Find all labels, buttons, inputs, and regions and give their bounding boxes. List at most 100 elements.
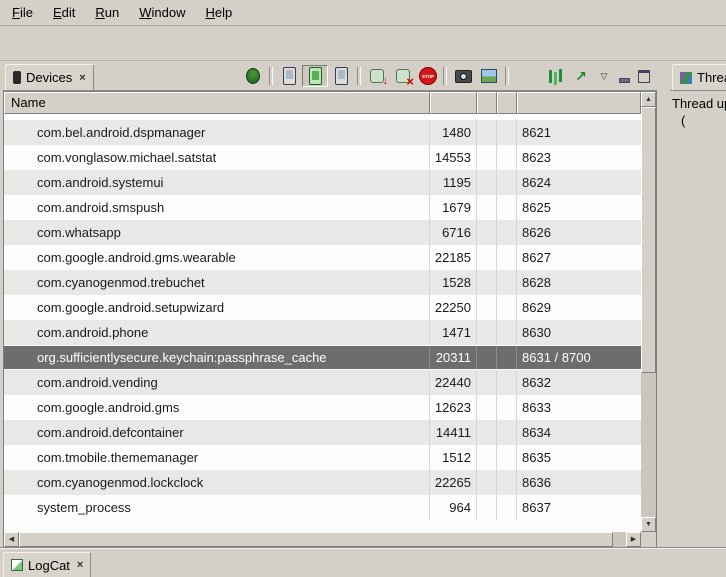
- cell-c1: [477, 320, 497, 345]
- threads-icon: [680, 72, 692, 84]
- close-icon[interactable]: ×: [77, 559, 83, 571]
- table-row[interactable]: com.android.vending224408632: [4, 370, 641, 395]
- cell-c2: [497, 120, 517, 145]
- debug-process-icon[interactable]: [240, 65, 266, 87]
- minimize-view-icon[interactable]: [614, 65, 634, 87]
- scroll-up-icon[interactable]: [641, 92, 656, 107]
- menu-file[interactable]: File: [2, 2, 43, 23]
- cell-c1: [477, 495, 497, 520]
- cell-pid: 1528: [430, 270, 477, 295]
- table-row[interactable]: com.android.defcontainer144118634: [4, 420, 641, 445]
- toolbar-separator: [443, 67, 447, 85]
- cell-c1: [477, 445, 497, 470]
- screen-capture-icon[interactable]: [450, 65, 476, 87]
- cell-name: com.cyanogenmod.trebuchet: [4, 270, 430, 295]
- heap-updates-enabled-icon[interactable]: [302, 65, 328, 87]
- table-header: Name: [4, 92, 641, 114]
- cell-name: com.android.smspush: [4, 195, 430, 220]
- cell-pid: 14411: [430, 420, 477, 445]
- cell-name: org.sufficientlysecure.keychain:passphra…: [4, 346, 430, 369]
- cell-port: 8628: [517, 270, 641, 295]
- table-row[interactable]: com.whatsapp6716 8626: [4, 220, 641, 245]
- view-menu-icon[interactable]: [594, 65, 614, 87]
- cell-c1: [477, 145, 497, 170]
- cell-port: 8631 / 8700: [517, 346, 641, 369]
- stop-process-icon[interactable]: STOP: [419, 67, 437, 85]
- cell-pid: 22265: [430, 470, 477, 495]
- menu-window[interactable]: Window: [129, 2, 195, 23]
- vertical-scrollbar[interactable]: [641, 92, 656, 532]
- horizontal-scroll-thumb[interactable]: [19, 532, 613, 547]
- cell-c1: [477, 120, 497, 145]
- horizontal-scrollbar[interactable]: [4, 532, 641, 547]
- table-row[interactable]: com.cyanogenmod.lockclock222658636: [4, 470, 641, 495]
- cell-name: com.tmobile.thememanager: [4, 445, 430, 470]
- device-table-body: com.bel.android.dspmanager14808621com.vo…: [4, 114, 641, 532]
- tab-logcat[interactable]: LogCat ×: [3, 552, 91, 577]
- update-heap-icon[interactable]: [276, 65, 302, 87]
- table-row[interactable]: org.sufficientlysecure.keychain:passphra…: [4, 345, 641, 370]
- table-row[interactable]: com.android.smspush16798625: [4, 195, 641, 220]
- table-row[interactable]: com.bel.android.dspmanager14808621: [4, 120, 641, 145]
- cell-c1: [477, 195, 497, 220]
- scroll-right-icon[interactable]: [626, 532, 641, 547]
- cell-pid: 6716: [430, 220, 477, 245]
- menu-help[interactable]: Help: [195, 2, 242, 23]
- threads-tabbar: Threads: [670, 63, 726, 91]
- cell-c1: [477, 346, 497, 369]
- cell-port: 8626: [517, 220, 641, 245]
- logcat-bar: LogCat ×: [0, 548, 726, 577]
- cell-name: com.google.android.gms.wearable: [4, 245, 430, 270]
- cell-c2: [497, 295, 517, 320]
- method-profiling-icon[interactable]: [568, 65, 594, 87]
- toolbar-separator: [505, 67, 509, 85]
- column-header-2[interactable]: [497, 92, 517, 114]
- cell-port: 8632: [517, 370, 641, 395]
- update-threads-icon[interactable]: [542, 65, 568, 87]
- cell-name: com.vonglasow.michael.satstat: [4, 145, 430, 170]
- cell-c2: [497, 195, 517, 220]
- cause-gc-icon[interactable]: [364, 65, 390, 87]
- table-row[interactable]: com.android.systemui11958624: [4, 170, 641, 195]
- cell-c2: [497, 420, 517, 445]
- table-row[interactable]: com.cyanogenmod.trebuchet1528 8628: [4, 270, 641, 295]
- close-icon[interactable]: ×: [79, 72, 85, 84]
- logcat-icon: [11, 559, 23, 571]
- cell-pid: 12623: [430, 395, 477, 420]
- tab-devices[interactable]: Devices ×: [5, 64, 94, 90]
- cell-pid: 1195: [430, 170, 477, 195]
- menu-edit[interactable]: Edit: [43, 2, 85, 23]
- kill-vm-icon[interactable]: [390, 65, 416, 87]
- tab-threads[interactable]: Threads: [672, 64, 726, 90]
- cell-port: 8637: [517, 495, 641, 520]
- column-header-1[interactable]: [477, 92, 497, 114]
- vertical-scroll-thumb[interactable]: [641, 107, 656, 373]
- threads-message-line2: (: [672, 112, 724, 129]
- cell-port: 8634: [517, 420, 641, 445]
- cell-port: 8635: [517, 445, 641, 470]
- screen-record-icon[interactable]: [476, 65, 502, 87]
- cell-c2: [497, 320, 517, 345]
- table-row[interactable]: com.android.phone14718630: [4, 320, 641, 345]
- table-row[interactable]: com.google.android.gms.wearable221858627: [4, 245, 641, 270]
- scroll-down-icon[interactable]: [641, 517, 656, 532]
- cell-name: com.whatsapp: [4, 220, 430, 245]
- menu-run[interactable]: Run: [85, 2, 129, 23]
- cell-name: com.android.vending: [4, 370, 430, 395]
- column-header-pid[interactable]: [430, 92, 477, 114]
- column-header-port[interactable]: [517, 92, 641, 114]
- cell-c2: [497, 270, 517, 295]
- scroll-left-icon[interactable]: [4, 532, 19, 547]
- dump-hprof-icon[interactable]: [328, 65, 354, 87]
- cell-c2: [497, 445, 517, 470]
- table-row[interactable]: system_process9648637: [4, 495, 641, 520]
- maximize-view-icon[interactable]: [634, 65, 654, 87]
- table-row[interactable]: com.google.android.setupwizard222508629: [4, 295, 641, 320]
- cell-c1: [477, 295, 497, 320]
- cell-pid: 22250: [430, 295, 477, 320]
- table-row[interactable]: com.tmobile.thememanager15128635: [4, 445, 641, 470]
- table-row[interactable]: com.google.android.gms126238633: [4, 395, 641, 420]
- table-row[interactable]: com.vonglasow.michael.satstat145538623: [4, 145, 641, 170]
- column-header-name[interactable]: Name: [4, 92, 430, 114]
- cell-c1: [477, 370, 497, 395]
